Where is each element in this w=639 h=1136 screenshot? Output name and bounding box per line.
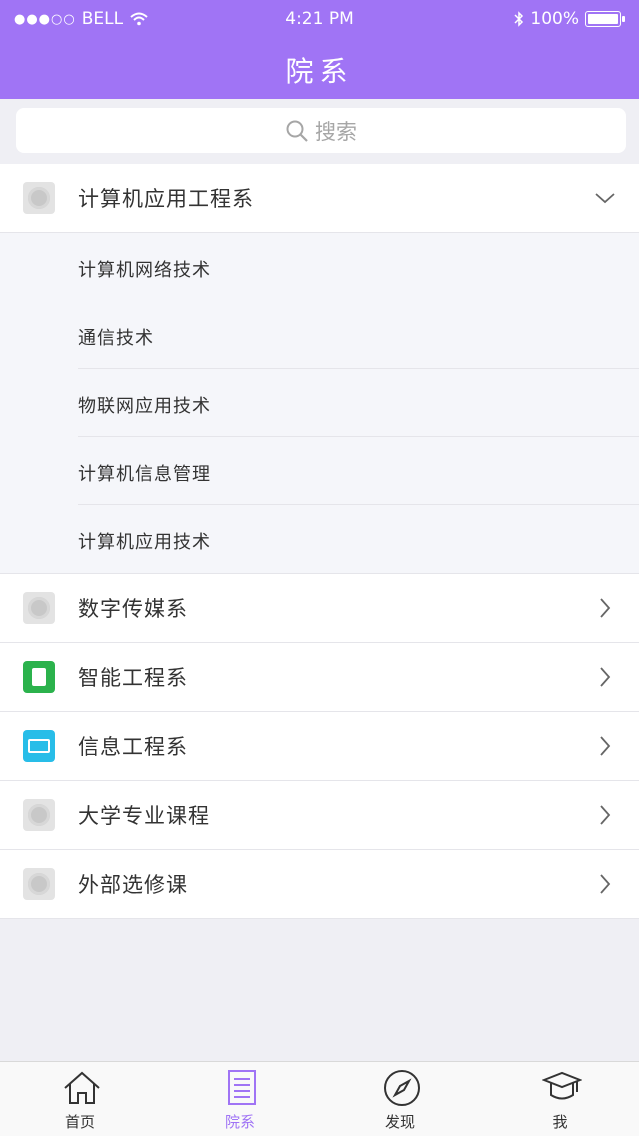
department-label: 数字传媒系 [78, 597, 188, 621]
major-item[interactable]: 通信技术 [0, 301, 639, 369]
chevron-right-icon [600, 667, 611, 687]
search-icon [286, 120, 308, 142]
major-label: 计算机信息管理 [78, 464, 211, 485]
search-bar-container: 搜索 [0, 99, 639, 162]
home-icon [64, 1071, 100, 1104]
major-item[interactable]: 计算机网络技术 [0, 233, 639, 301]
list-icon [228, 1070, 256, 1105]
graduation-cap-icon [542, 1071, 582, 1100]
department-label: 信息工程系 [78, 735, 188, 759]
search-input[interactable]: 搜索 [16, 108, 626, 153]
department-row[interactable]: 计算机应用工程系 [0, 164, 639, 233]
department-row[interactable]: 外部选修课 [0, 850, 639, 919]
department-placeholder-icon [23, 182, 55, 214]
tab-label: 院系 [224, 1113, 255, 1131]
department-label: 大学专业课程 [78, 804, 210, 828]
department-placeholder-icon [23, 592, 55, 624]
tab-label: 首页 [64, 1113, 95, 1131]
department-label: 计算机应用工程系 [78, 187, 254, 211]
tab-departments[interactable]: 院系 [160, 1062, 320, 1136]
department-label: 智能工程系 [78, 666, 188, 690]
tab-label: 发现 [384, 1113, 415, 1131]
major-item[interactable]: 计算机应用技术 [0, 505, 639, 574]
major-label: 物联网应用技术 [78, 396, 211, 417]
tab-me[interactable]: 我 [480, 1062, 639, 1136]
major-label: 计算机网络技术 [78, 260, 211, 281]
department-row[interactable]: 数字传媒系 [0, 574, 639, 643]
department-list: 计算机应用工程系 计算机网络技术 通信技术 物联网应用技术 计算机信息管理 计算… [0, 164, 639, 919]
status-bar: ●●●○○ BELL 4:21 PM 100% [0, 0, 639, 38]
tab-home[interactable]: 首页 [0, 1062, 160, 1136]
department-placeholder-icon [23, 868, 55, 900]
battery-icon [585, 11, 625, 27]
tab-discover[interactable]: 发现 [320, 1062, 480, 1136]
major-label: 通信技术 [78, 328, 154, 349]
department-label: 外部选修课 [78, 873, 188, 897]
chevron-right-icon [600, 736, 611, 756]
book-icon [23, 661, 55, 693]
chevron-down-icon [595, 193, 615, 204]
major-label: 计算机应用技术 [78, 532, 211, 553]
compass-icon [384, 1070, 420, 1106]
major-item[interactable]: 物联网应用技术 [0, 369, 639, 437]
bluetooth-icon [514, 11, 524, 27]
department-placeholder-icon [23, 799, 55, 831]
chevron-right-icon [600, 805, 611, 825]
department-row[interactable]: 信息工程系 [0, 712, 639, 781]
major-item[interactable]: 计算机信息管理 [0, 437, 639, 505]
monitor-icon [23, 730, 55, 762]
chevron-right-icon [600, 598, 611, 618]
tab-bar: 首页 院系 发现 我 [0, 1061, 639, 1136]
department-row[interactable]: 大学专业课程 [0, 781, 639, 850]
tab-label: 我 [552, 1113, 568, 1131]
department-row[interactable]: 智能工程系 [0, 643, 639, 712]
chevron-right-icon [600, 874, 611, 894]
search-placeholder: 搜索 [315, 119, 357, 144]
page-title: 院系 [285, 55, 354, 88]
header: ●●●○○ BELL 4:21 PM 100% 院系 [0, 0, 639, 99]
battery-percent: 100% [530, 9, 579, 29]
